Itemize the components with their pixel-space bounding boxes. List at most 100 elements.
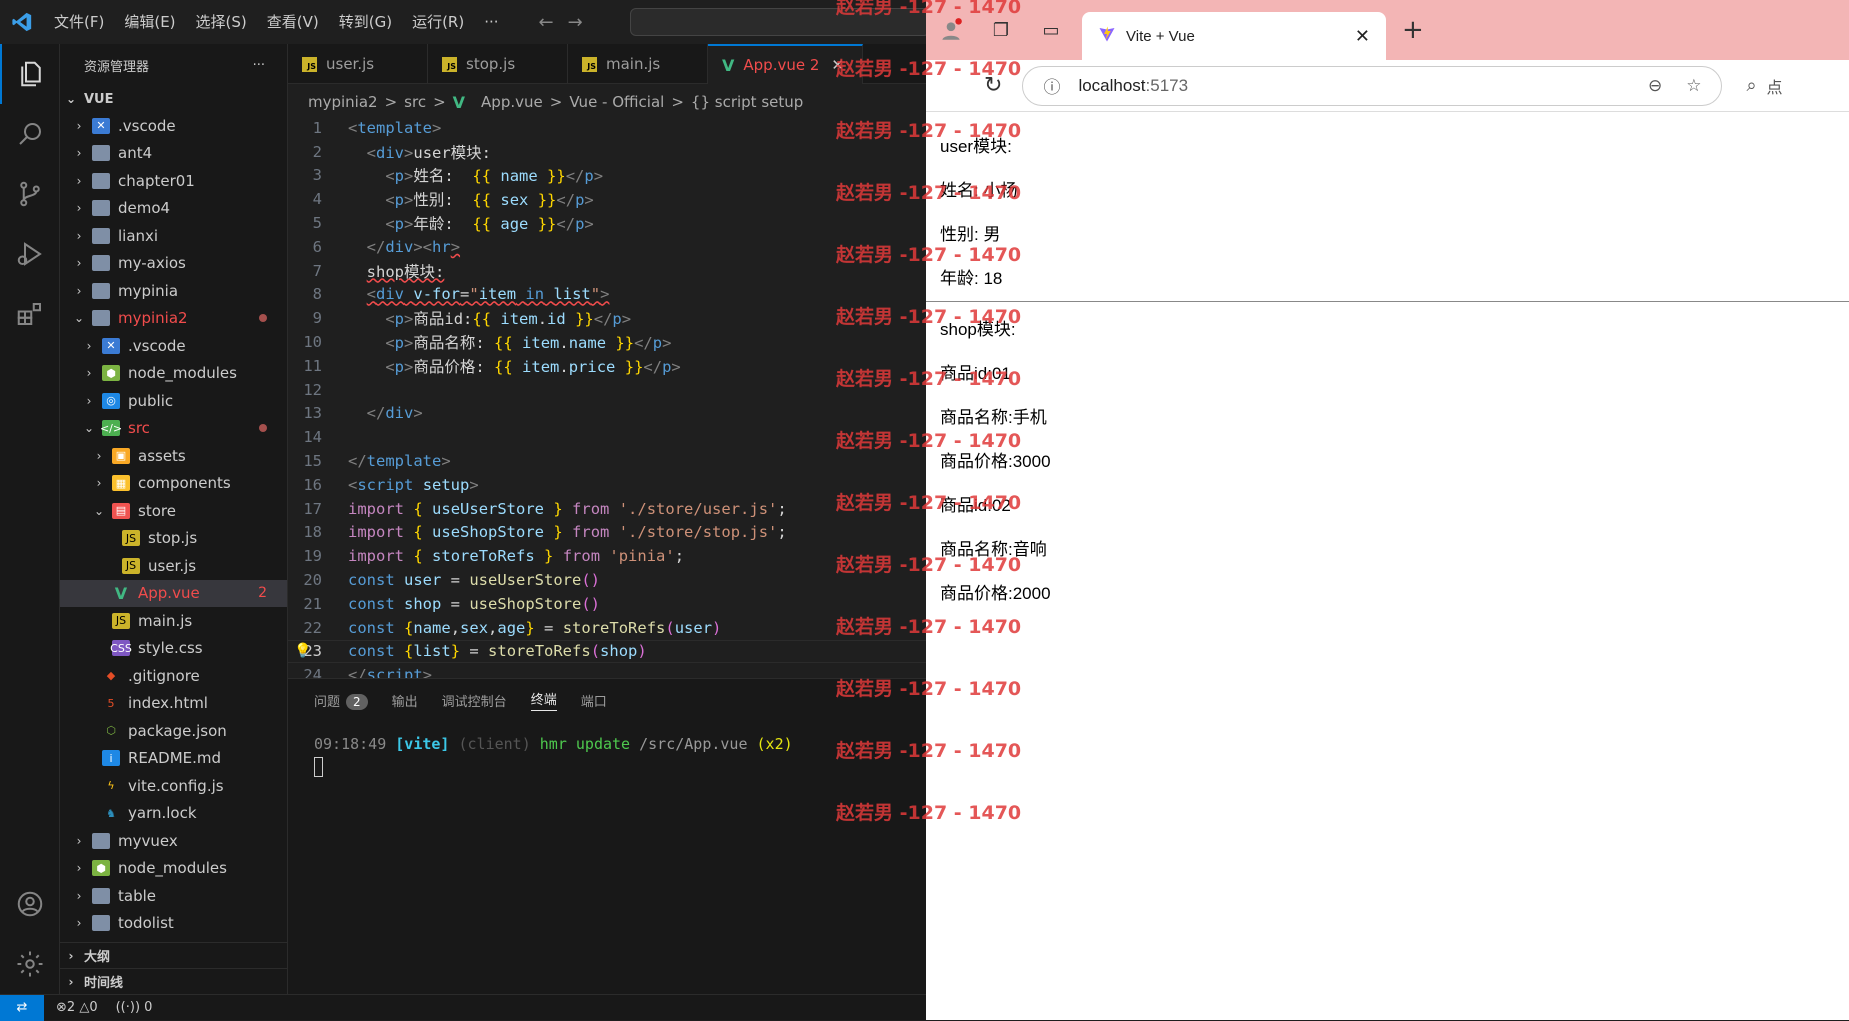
- lightbulb-icon[interactable]: 💡: [294, 643, 311, 659]
- line-number: 24: [303, 666, 322, 678]
- outline-section[interactable]: › 大纲: [60, 942, 287, 968]
- line-number: 17: [303, 499, 322, 518]
- outline-label: 大纲: [84, 950, 111, 965]
- browser-tab-close-button[interactable]: ✕: [1355, 26, 1370, 47]
- favorite-star-icon[interactable]: ☆: [1686, 76, 1701, 96]
- code-line: 1 <template>: [288, 116, 926, 140]
- remote-indicator-icon[interactable]: ⇄: [0, 994, 44, 1021]
- timeline-section[interactable]: › 时间线: [60, 968, 287, 994]
- editor-tab[interactable]: JS main.js: [568, 44, 708, 84]
- back-arrow-icon[interactable]: ←: [539, 12, 554, 33]
- new-tab-button[interactable]: +: [1402, 15, 1424, 45]
- panel-tab[interactable]: 端口: [581, 691, 607, 710]
- menu-item[interactable]: 运行(R): [402, 0, 474, 44]
- js-icon: JS: [122, 557, 140, 574]
- explorer-more-button[interactable]: ···: [253, 58, 265, 73]
- tree-folder[interactable]: ⌄ </> src: [60, 415, 287, 443]
- watermark-text: 赵若男 -127 - 1470: [836, 492, 1022, 514]
- tree-file[interactable]: JS user.js: [60, 552, 287, 580]
- breadcrumb-item[interactable]: mypinia2: [308, 93, 378, 111]
- forward-arrow-icon[interactable]: →: [568, 12, 583, 33]
- account-icon[interactable]: [0, 874, 60, 934]
- tree-folder[interactable]: › ▣ assets: [60, 442, 287, 470]
- menu-item[interactable]: 编辑(E): [114, 0, 185, 44]
- tree-file[interactable]: JS main.js: [60, 607, 287, 635]
- node-icon: ⬢: [102, 365, 120, 382]
- tree-file[interactable]: ♞ yarn.lock: [60, 800, 287, 828]
- tree-folder[interactable]: › my-axios: [60, 250, 287, 278]
- search-icon[interactable]: ⌕: [1746, 75, 1756, 96]
- zoom-icon[interactable]: ⊖: [1648, 76, 1662, 96]
- tree-folder[interactable]: › ✕ .vscode: [60, 332, 287, 360]
- tree-folder[interactable]: › ✕ .vscode: [60, 112, 287, 140]
- tree-folder[interactable]: › ▦ components: [60, 470, 287, 498]
- code-text: shop模块:: [366, 262, 445, 281]
- settings-gear-icon[interactable]: [0, 934, 60, 994]
- tree-file[interactable]: 5 index.html: [60, 690, 287, 718]
- menu-item[interactable]: 查看(V): [257, 0, 329, 44]
- tree-file[interactable]: JS stop.js: [60, 525, 287, 553]
- tree-folder[interactable]: › demo4: [60, 195, 287, 223]
- editor-tab[interactable]: JS user.js: [288, 44, 428, 84]
- terminal[interactable]: 09:18:49 [vite] (client) hmr update /src…: [288, 721, 926, 781]
- tree-folder[interactable]: › lianxi: [60, 222, 287, 250]
- tree-file[interactable]: i README.md: [60, 745, 287, 773]
- tree-folder[interactable]: › ⬢ node_modules: [60, 360, 287, 388]
- code-text: <p>商品价格: {{ item.price }}</p>: [385, 357, 681, 376]
- chevron-icon: ›: [96, 448, 102, 463]
- tree-file[interactable]: ⬡ package.json: [60, 717, 287, 745]
- breadcrumb-item[interactable]: {} script setup: [691, 93, 803, 111]
- explorer-title: 资源管理器: [84, 59, 150, 75]
- tree-item-label: mypinia2: [118, 309, 188, 328]
- explorer-icon[interactable]: [0, 44, 60, 104]
- tree-folder[interactable]: ⌄ ▤ store: [60, 497, 287, 525]
- tree-folder[interactable]: › ant4: [60, 140, 287, 168]
- user-field: 年龄: 18: [940, 268, 1003, 288]
- tree-item-label: .vscode: [128, 336, 186, 355]
- tree-folder[interactable]: › mypinia: [60, 277, 287, 305]
- line-number: 22: [303, 618, 322, 637]
- panel-tab[interactable]: 输出: [392, 691, 418, 710]
- chevron-icon: ›: [76, 201, 82, 216]
- panel-tab[interactable]: 调试控制台: [442, 691, 507, 710]
- tree-folder[interactable]: › ⬢ node_modules: [60, 855, 287, 883]
- url-host: localhost: [1078, 75, 1146, 95]
- search-icon[interactable]: [0, 104, 60, 164]
- address-bar[interactable]: ⓘ localhost:5173 ⊖ ☆: [1022, 65, 1723, 106]
- ports-status[interactable]: ((·)) 0: [116, 1000, 153, 1015]
- code-editor[interactable]: 1 <template> 2 <div>user模块: 3 <p>姓名: {{ nam…: [288, 116, 926, 678]
- tree-file[interactable]: V App.vue 2: [60, 579, 287, 607]
- tree-folder[interactable]: › todolist: [60, 910, 287, 938]
- tree-folder[interactable]: › chapter01: [60, 167, 287, 195]
- extensions-icon[interactable]: [0, 284, 60, 344]
- menu-item[interactable]: 转到(G): [329, 0, 402, 44]
- errors-status[interactable]: ⊗2 △0: [56, 1000, 98, 1015]
- js-file-icon: JS: [442, 56, 457, 72]
- tree-file[interactable]: CSS style.css: [60, 635, 287, 663]
- menu-item[interactable]: 选择(S): [186, 0, 257, 44]
- menu-item[interactable]: ···: [474, 0, 508, 44]
- tree-file[interactable]: ◆ .gitignore: [60, 662, 287, 690]
- panel-tab[interactable]: 问题 2: [314, 691, 368, 710]
- sidebar-toggle-icon[interactable]: ▭: [1026, 0, 1076, 60]
- tree-folder[interactable]: › myvuex: [60, 827, 287, 855]
- terminal-path: /src/App.vue: [639, 735, 748, 753]
- run-debug-icon[interactable]: [0, 224, 60, 284]
- tree-folder[interactable]: › ◎ public: [60, 387, 287, 415]
- breadcrumb-item[interactable]: Vue - Official: [569, 93, 664, 111]
- breadcrumb-item[interactable]: App.vue: [481, 93, 543, 111]
- editor-tab[interactable]: JS stop.js: [428, 44, 568, 84]
- site-info-icon[interactable]: ⓘ: [1043, 73, 1060, 98]
- tab-label: user.js: [326, 55, 375, 73]
- tree-folder[interactable]: › table: [60, 882, 287, 910]
- breadcrumb-item[interactable]: src: [404, 93, 426, 111]
- menu-item[interactable]: 文件(F): [44, 0, 114, 44]
- browser-tab[interactable]: Vite + Vue ✕: [1082, 12, 1386, 60]
- shop-item-field: 商品名称:手机: [940, 407, 1047, 427]
- tree-item-label: store: [138, 501, 176, 520]
- tree-folder[interactable]: ⌄ mypinia2: [60, 305, 287, 333]
- source-control-icon[interactable]: [0, 164, 60, 224]
- tree-file[interactable]: ϟ vite.config.js: [60, 772, 287, 800]
- workspace-root[interactable]: ⌄ VUE: [60, 86, 287, 112]
- panel-tab[interactable]: 终端: [530, 689, 557, 711]
